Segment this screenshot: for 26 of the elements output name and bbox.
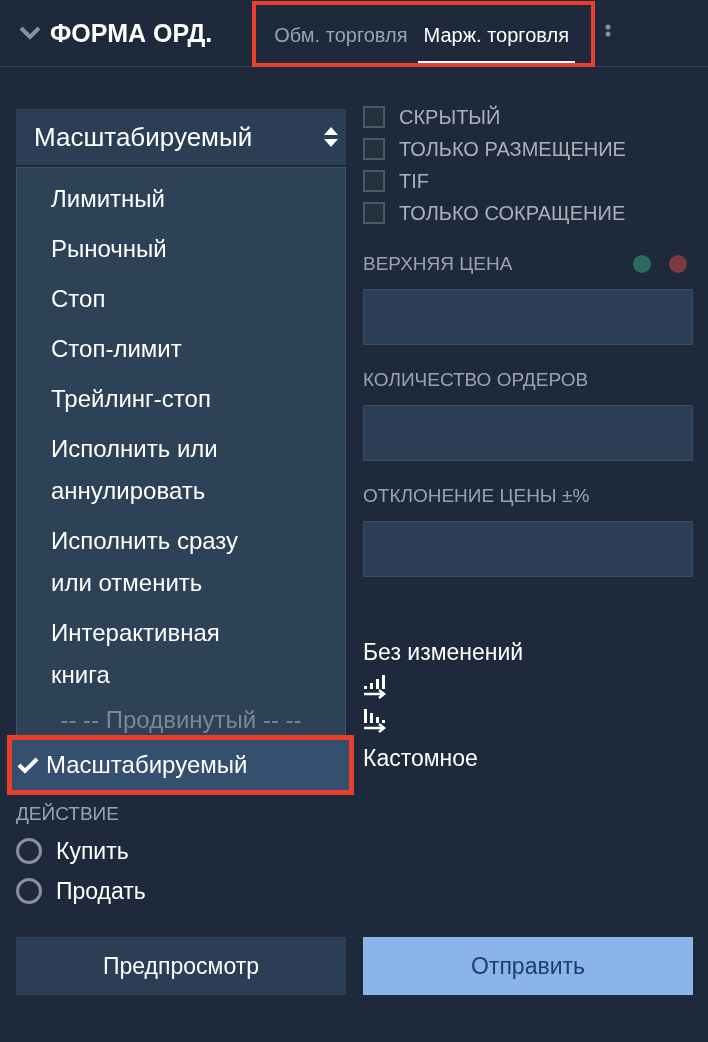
tab[interactable]: Марж. торговля bbox=[417, 5, 575, 63]
option-group-label: -- -- Продвинутый -- -- bbox=[59, 705, 303, 735]
distribution-option[interactable]: Без изменений bbox=[363, 635, 524, 669]
dropdown-option[interactable]: Рыночный bbox=[17, 224, 345, 274]
distribution-option[interactable]: Кастомное bbox=[363, 741, 478, 775]
checkbox[interactable]: TIF bbox=[363, 165, 429, 197]
section-label: ДЕЙСТВИЕ bbox=[16, 803, 120, 825]
dropdown-option[interactable]: Стоп-лимит bbox=[17, 324, 345, 374]
dropdown-option[interactable]: Интерактивная книга bbox=[17, 608, 345, 700]
dropdown-option[interactable]: Исполнить сразу или отменить bbox=[17, 516, 345, 608]
field-label: ВЕРХНЯЯ ЦЕНА bbox=[363, 253, 513, 275]
dropdown-option[interactable]: Трейлинг-стоп bbox=[17, 374, 345, 424]
tab[interactable]: Обм. торговля bbox=[268, 5, 414, 63]
dropdown-option[interactable]: Лимитный bbox=[17, 174, 345, 224]
field-label: КОЛИЧЕСТВО ОРДЕРОВ bbox=[363, 369, 589, 391]
order-type-select[interactable]: Масштабируемый bbox=[16, 109, 346, 165]
panel-title: ФОРМА ОРД. bbox=[50, 18, 213, 48]
field-label: ОТКЛОНЕНИЕ ЦЕНЫ ±% bbox=[363, 485, 590, 507]
checkbox[interactable]: ТОЛЬКО СОКРАЩЕНИЕ bbox=[363, 197, 626, 229]
radio-option[interactable]: Купить bbox=[16, 831, 129, 871]
dropdown-option[interactable]: Стоп bbox=[17, 274, 345, 324]
checkbox[interactable]: СКРЫТЫЙ bbox=[363, 101, 501, 133]
radio-option[interactable]: Продать bbox=[16, 871, 146, 911]
preview-button[interactable]: Предпросмотр bbox=[16, 937, 346, 995]
checkbox[interactable]: ТОЛЬКО РАЗМЕЩЕНИЕ bbox=[363, 133, 626, 165]
dropdown-option[interactable]: Исполнить или аннулировать bbox=[17, 424, 345, 516]
